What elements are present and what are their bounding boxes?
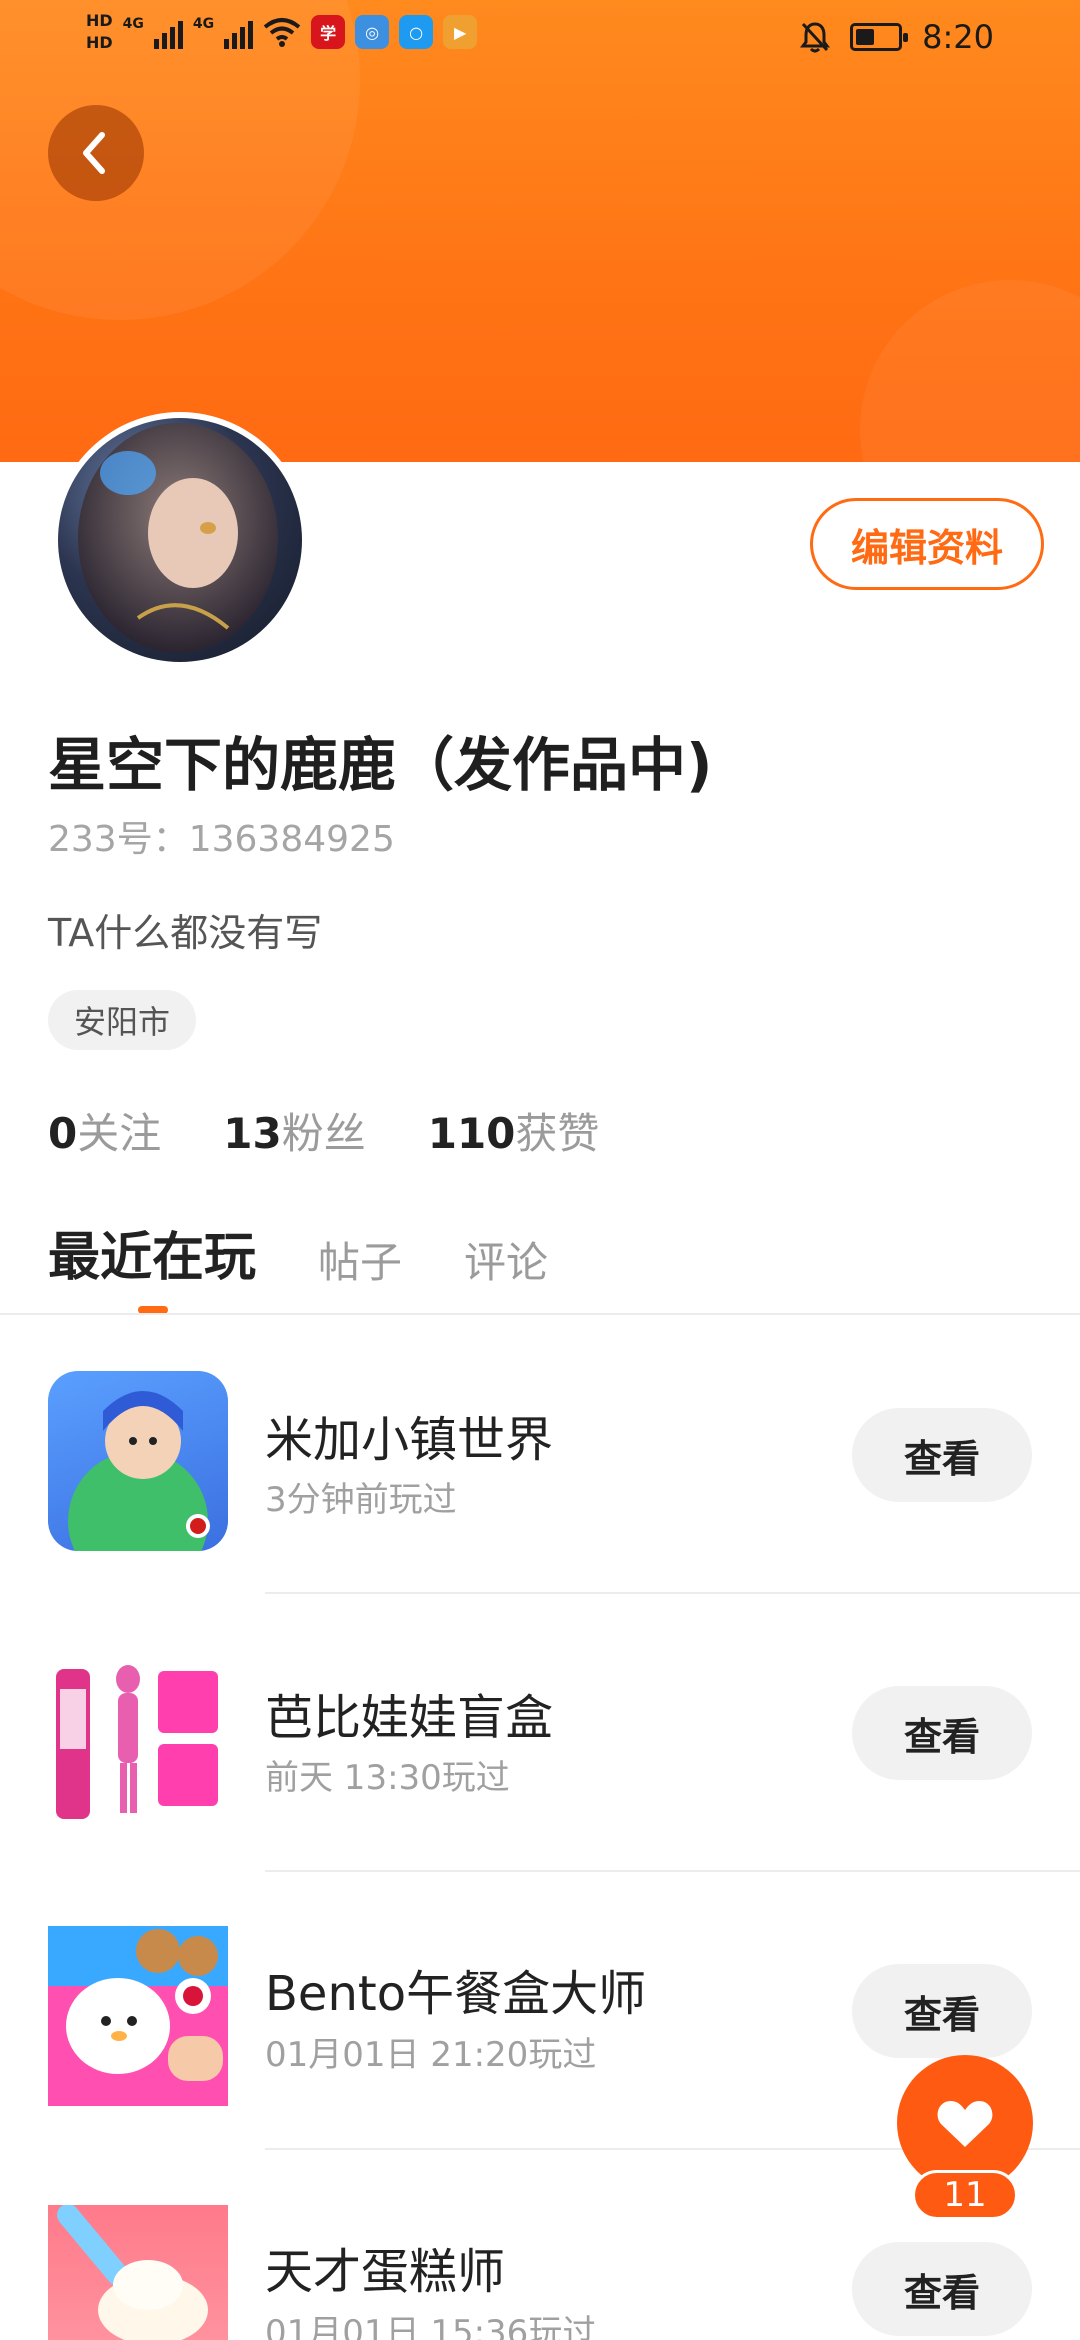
game-title: Bento午餐盒大师 [265,1966,647,2022]
network-type-label: 4G [122,16,144,32]
edit-profile-button[interactable]: 编辑资料 [810,498,1044,590]
wifi-icon [263,18,301,47]
hd-label: HD [86,11,113,30]
hd-indicator: HD HD [86,10,113,54]
divider [0,1313,1080,1315]
stat-fans[interactable]: 13粉丝 [223,1100,365,1161]
status-left: HD HD 4G 4G 学 ◎ ○ ▶ [86,10,478,54]
game-title: 天才蛋糕师 [265,2244,506,2300]
user-id: 233号：136384925 [48,819,395,860]
heart-icon [937,2101,993,2147]
stat-label: 获赞 [515,1109,600,1158]
stat-likes[interactable]: 110获赞 [428,1100,600,1161]
profile-tabs: 最近在玩 帖子 评论 [48,1215,548,1290]
view-game-button[interactable]: 查看 [852,1408,1032,1502]
view-game-button[interactable]: 查看 [852,2242,1032,2336]
battery-icon [850,23,909,51]
game-icon [48,1649,228,1829]
tab-recently-played[interactable]: 最近在玩 [48,1215,256,1290]
study-app-icon: 学 [311,15,346,49]
bell-muted-icon [800,22,831,53]
played-time: 前天 13:30玩过 [265,1758,510,1798]
list-item[interactable]: 米加小镇世界 3分钟前玩过 查看 [0,1316,1080,1594]
profile-header-banner: HD HD 4G 4G 学 ◎ ○ ▶ 8:20 [0,0,1080,462]
view-game-button[interactable]: 查看 [852,1964,1032,2058]
chevron-left-icon [83,132,105,174]
stat-following[interactable]: 0关注 [48,1100,161,1161]
game-title: 芭比娃娃盲盒 [265,1690,554,1746]
list-item[interactable]: 芭比娃娃盲盒 前天 13:30玩过 查看 [0,1594,1080,1872]
battery-fill [856,29,875,45]
stat-value: 13 [223,1109,282,1158]
signal-strength-icon [153,15,183,49]
clock: 8:20 [922,18,994,56]
played-time: 01月01日 15:36玩过 [265,2313,597,2340]
stat-label: 粉丝 [281,1109,366,1158]
back-button[interactable] [48,105,144,201]
profile-stats: 0关注 13粉丝 110获赞 [48,1100,599,1161]
user-bio: TA什么都没有写 [48,911,323,955]
banner-decoration [860,280,1080,462]
like-count-badge: 11 [912,2170,1018,2220]
status-bar: HD HD 4G 4G 学 ◎ ○ ▶ 8:20 [0,0,1080,80]
game-title: 米加小镇世界 [265,1412,554,1468]
network-type-label: 4G [192,16,215,32]
stat-value: 0 [48,1109,78,1158]
signal-strength-icon [224,15,254,49]
search-app-icon: ○ [399,15,434,49]
stat-label: 关注 [77,1109,162,1158]
played-time: 3分钟前玩过 [265,1480,457,1520]
hd-label: HD [86,33,113,52]
avatar[interactable] [52,412,308,668]
tab-comments[interactable]: 评论 [464,1229,548,1290]
game-icon [48,1926,228,2106]
tab-posts[interactable]: 帖子 [318,1229,402,1290]
avatar-illustration [78,423,278,653]
stat-value: 110 [427,1109,516,1158]
browser-app-icon: ◎ [355,15,390,49]
status-right: 8:20 [800,18,994,56]
view-game-button[interactable]: 查看 [852,1686,1032,1780]
game-icon [48,1371,228,1551]
game-icon [48,2205,228,2340]
location-tag: 安阳市 [48,990,197,1050]
played-time: 01月01日 21:20玩过 [265,2035,597,2075]
user-nickname: 星空下的鹿鹿（发作品中) [48,731,713,799]
video-app-icon: ▶ [443,15,478,49]
avatar-image [58,418,302,662]
